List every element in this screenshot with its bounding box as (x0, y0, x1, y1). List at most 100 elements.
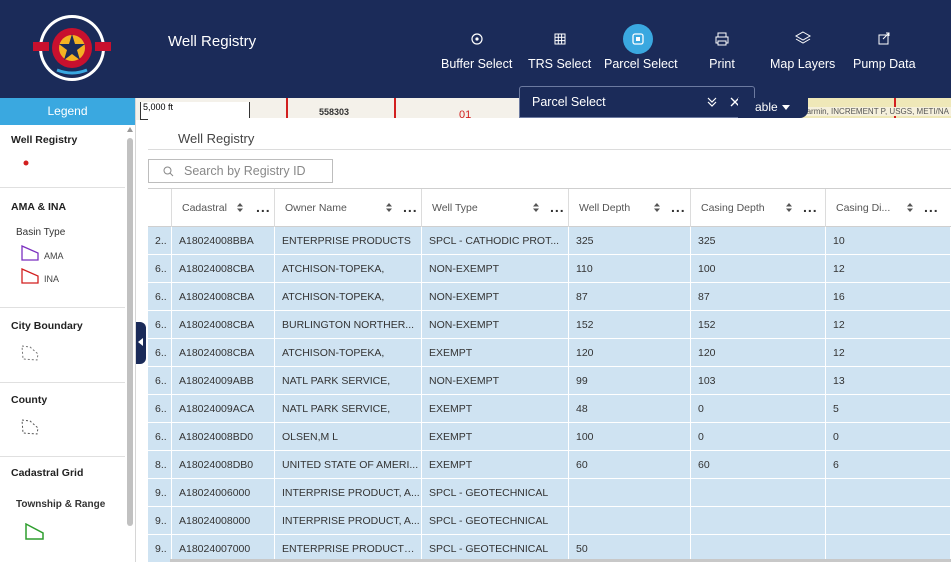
table-row[interactable]: 8.. A18024008DB0 UNITED STATE OF AMERI... E… (148, 451, 951, 479)
printer-icon (707, 26, 737, 52)
table-title: Well Registry (178, 131, 255, 146)
legend-scrollbar[interactable] (127, 138, 133, 526)
cell-well-depth: 152 (569, 311, 691, 339)
parcel-label: 558303 (319, 107, 350, 117)
cell-id: 6.. (148, 339, 172, 367)
cell-owner-name: ENTERPRISE PRODUCTS (275, 227, 422, 255)
cell-casing-depth: 60 (691, 451, 826, 479)
cell-casing-diameter: 12 (826, 339, 951, 367)
cell-casing-diameter: 12 (826, 255, 951, 283)
header-well-type[interactable]: Well Type ... (422, 189, 569, 227)
cell-casing-depth (691, 535, 826, 562)
sort-icon[interactable] (385, 202, 393, 213)
buffer-select-button[interactable]: Buffer Select (441, 26, 512, 71)
cell-cadastral: A18024008CBA (172, 283, 275, 311)
ama-label: AMA (44, 251, 64, 261)
ina-polygon-icon (21, 268, 39, 284)
legend-heading: City Boundary (11, 320, 83, 332)
table-row[interactable]: 6.. A18024008CBA ATCHISON-TOPEKA, EXEMPT 120… (148, 339, 951, 367)
cell-casing-depth: 120 (691, 339, 826, 367)
table-row[interactable]: 6.. A18024008CBA BURLINGTON NORTHER... NON-… (148, 311, 951, 339)
legend-heading: AMA & INA (11, 201, 67, 213)
pump-data-button[interactable]: Pump Data (853, 26, 916, 71)
township-polygon-icon (25, 523, 44, 540)
parcel-select-label: Parcel Select (604, 57, 678, 71)
cell-casing-diameter: 13 (826, 367, 951, 395)
column-menu-icon[interactable]: ... (671, 199, 686, 215)
header-casing-diameter[interactable]: Casing Di... ... (826, 189, 951, 227)
cell-id: 6.. (148, 423, 172, 451)
cell-well-depth: 120 (569, 339, 691, 367)
table-row[interactable]: 6.. A18024009ABB NATL PARK SERVICE, NON-EXE… (148, 367, 951, 395)
sort-icon[interactable] (785, 202, 793, 213)
cell-well-depth (569, 479, 691, 507)
legend-heading: Well Registry (11, 134, 78, 146)
table-row[interactable]: 9.. A18024008000 INTERPRISE PRODUCT, A... S… (148, 507, 951, 535)
table-row[interactable]: 9.. A18024007000 ENTERPRISE PRODUCTS ... SP… (148, 535, 951, 562)
cell-well-depth: 48 (569, 395, 691, 423)
cell-well-depth: 325 (569, 227, 691, 255)
buffer-select-label: Buffer Select (441, 57, 513, 71)
table-row[interactable]: 6.. A18024008CBA ATCHISON-TOPEKA, NON-EXEMP… (148, 255, 951, 283)
legend-heading: Cadastral Grid (11, 467, 84, 479)
cell-well-type: NON-EXEMPT (422, 311, 569, 339)
collapse-icon[interactable] (706, 96, 718, 108)
table-row[interactable]: 2.. A18024008BBA ENTERPRISE PRODUCTS SPCL -… (148, 227, 951, 255)
header-casing-depth[interactable]: Casing Depth ... (691, 189, 826, 227)
cell-cadastral: A18024006000 (172, 479, 275, 507)
well-point-icon (23, 160, 29, 166)
table-row[interactable]: 6.. A18024008BD0 OLSEN,M L EXEMPT 100 0 0 (148, 423, 951, 451)
column-menu-icon[interactable]: ... (403, 199, 418, 215)
cell-cadastral: A18024008BD0 (172, 423, 275, 451)
cell-well-depth (569, 507, 691, 535)
table-row[interactable]: 9.. A18024006000 INTERPRISE PRODUCT, A... S… (148, 479, 951, 507)
column-menu-icon[interactable]: ... (256, 199, 271, 215)
sort-icon[interactable] (906, 202, 914, 213)
cell-well-type: NON-EXEMPT (422, 367, 569, 395)
parcel-select-button[interactable]: Parcel Select (604, 24, 678, 71)
legend-panel: Legend Well Registry AMA & INA Basin Typ… (0, 98, 136, 562)
table-toggle-tab[interactable]: able (738, 98, 808, 118)
sort-icon[interactable] (532, 202, 540, 213)
cell-owner-name: OLSEN,M L (275, 423, 422, 451)
column-menu-icon[interactable]: ... (550, 199, 565, 215)
cell-well-type: NON-EXEMPT (422, 255, 569, 283)
scroll-up-icon[interactable] (127, 127, 133, 132)
cell-well-depth: 87 (569, 283, 691, 311)
sort-icon[interactable] (653, 202, 661, 213)
cell-well-depth: 60 (569, 451, 691, 479)
header-well-depth[interactable]: Well Depth ... (569, 189, 691, 227)
column-header-label: Owner Name (285, 202, 347, 214)
column-menu-icon[interactable]: ... (924, 199, 939, 215)
column-header-label: Casing Di... (836, 202, 891, 214)
cell-casing-depth: 152 (691, 311, 826, 339)
county-icon (21, 419, 39, 435)
app-title: Well Registry (168, 33, 257, 50)
sort-icon[interactable] (236, 202, 244, 213)
collapse-legend-button[interactable] (136, 322, 146, 364)
header-id-column[interactable] (148, 189, 172, 227)
cell-well-type: NON-EXEMPT (422, 283, 569, 311)
header-cadastral[interactable]: Cadastral ... (172, 189, 275, 227)
cell-id: 6.. (148, 283, 172, 311)
header-owner-name[interactable]: Owner Name ... (275, 189, 422, 227)
cell-casing-depth: 87 (691, 283, 826, 311)
cell-casing-depth: 100 (691, 255, 826, 283)
map-layers-button[interactable]: Map Layers (770, 26, 835, 71)
legend-well-registry: Well Registry (0, 125, 125, 188)
legend-tab[interactable]: Legend (0, 98, 135, 125)
cell-well-depth: 110 (569, 255, 691, 283)
print-button[interactable]: Print (707, 26, 737, 71)
search-input[interactable]: Search by Registry ID (148, 159, 333, 183)
chevron-left-icon (138, 338, 143, 346)
column-menu-icon[interactable]: ... (803, 199, 818, 215)
table-row[interactable]: 6.. A18024008CBA ATCHISON-TOPEKA, NON-EXEMP… (148, 283, 951, 311)
cell-well-type: EXEMPT (422, 339, 569, 367)
data-grid: Cadastral ... Owner Name ... Well Type .… (148, 188, 951, 562)
trs-select-button[interactable]: TRS Select (528, 26, 591, 71)
table-row[interactable]: 6.. A18024009ACA NATL PARK SERVICE, EXEMPT 4… (148, 395, 951, 423)
township-range-label: Township & Range (16, 499, 106, 510)
cell-owner-name: BURLINGTON NORTHER... (275, 311, 422, 339)
cell-cadastral: A18024007000 (172, 535, 275, 562)
cell-casing-depth: 0 (691, 395, 826, 423)
